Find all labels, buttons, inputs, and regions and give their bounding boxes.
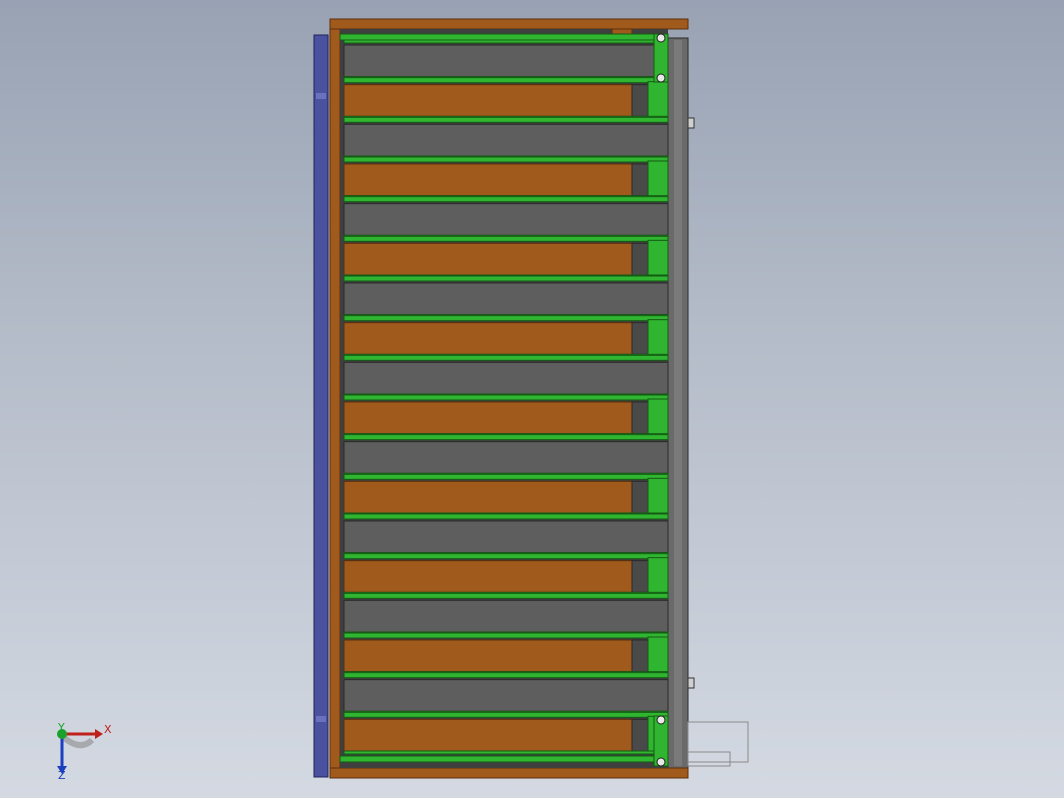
green-pipe (343, 553, 669, 560)
gray-slat (343, 203, 669, 236)
bottom-bolt (656, 757, 666, 767)
slat-end-cap (631, 401, 649, 435)
green-pipe (343, 513, 669, 520)
top-bolt (656, 33, 666, 43)
gray-slat (343, 441, 669, 474)
x-axis-arrowhead (95, 729, 103, 739)
coordinate-triad: X Y Z (57, 721, 112, 782)
green-pipe (343, 77, 669, 84)
green-pipe (343, 394, 669, 401)
green-end-bracket (647, 239, 669, 277)
gray-slat (343, 520, 669, 554)
gray-slat (343, 679, 669, 712)
green-end-bracket (647, 477, 669, 515)
wood-slat (343, 242, 633, 276)
hidden-part-outline (687, 721, 749, 763)
right-gray-rail-inner (674, 40, 682, 766)
graphics-viewport[interactable]: X Y Z (0, 0, 1064, 798)
y-axis-label: Y (57, 721, 65, 734)
green-pipe (343, 275, 669, 282)
slat-end-cap (631, 242, 649, 276)
green-pipe (343, 434, 669, 441)
frame-left-post (329, 28, 341, 769)
x-axis-label: X (104, 723, 112, 736)
hidden-part-outline (687, 751, 731, 767)
rail-joint (316, 93, 326, 99)
green-pipe (343, 315, 669, 322)
wood-slat (343, 84, 633, 117)
top-bolt (656, 73, 666, 83)
gray-slat (343, 44, 669, 78)
left-blue-rail (313, 34, 329, 778)
wood-slat (343, 639, 633, 673)
rack-assembly-model[interactable] (313, 18, 749, 779)
slat-end-cap (631, 560, 649, 593)
slat-end-cap (631, 84, 649, 117)
green-end-bracket (647, 636, 669, 674)
green-end-bracket (647, 557, 669, 594)
top-green-guide (339, 33, 661, 41)
gray-slat (343, 361, 669, 395)
slat-end-cap (631, 718, 649, 752)
green-pipe (343, 354, 669, 361)
green-pipe (343, 632, 669, 639)
bottom-green-guide (339, 755, 661, 763)
wood-slat (343, 718, 633, 752)
wood-slat (343, 401, 633, 435)
triad-arc (60, 733, 95, 749)
z-axis-label: Z (58, 769, 66, 782)
wood-slat (343, 560, 633, 593)
green-end-bracket (647, 160, 669, 198)
frame-bottom-beam (329, 767, 689, 779)
gray-slat (343, 599, 669, 633)
green-end-bracket (647, 319, 669, 356)
green-pipe (343, 711, 669, 718)
right-bracket (687, 117, 695, 129)
green-pipe (343, 592, 669, 599)
bottom-bolt (656, 715, 666, 725)
slat-end-cap (631, 163, 649, 197)
rail-joint (316, 716, 326, 722)
gray-slat (343, 282, 669, 316)
slat-end-cap (631, 480, 649, 514)
green-pipe (343, 156, 669, 163)
green-end-bracket (647, 398, 669, 436)
wood-slat (343, 322, 633, 355)
gray-slat (343, 123, 669, 157)
wood-slat (343, 163, 633, 197)
green-pipe (343, 235, 669, 242)
green-pipe-thin (343, 750, 669, 755)
frame-top-beam (329, 18, 689, 30)
green-pipe (343, 196, 669, 203)
right-bracket (687, 677, 695, 689)
green-pipe (343, 116, 669, 123)
green-pipe (343, 473, 669, 480)
green-pipe (343, 672, 669, 679)
wood-slat (343, 480, 633, 514)
green-end-bracket (647, 81, 669, 118)
slat-end-cap (631, 322, 649, 355)
slat-end-cap (631, 639, 649, 673)
